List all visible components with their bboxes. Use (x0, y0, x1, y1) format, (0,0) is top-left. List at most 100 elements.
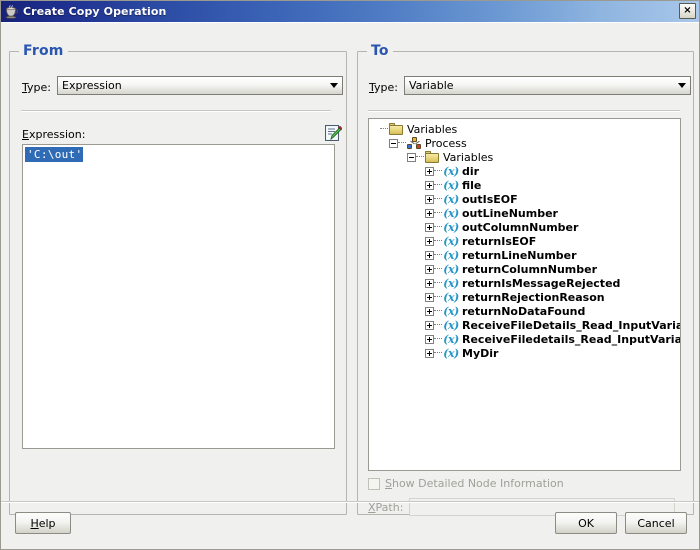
variable-icon: (x) (443, 206, 459, 220)
tree-node-label: returnRejectionReason (462, 290, 605, 304)
expression-input[interactable]: 'C:\out' (22, 144, 335, 449)
tree-node[interactable]: (x) outColumnNumber (371, 220, 680, 234)
to-panel: To Type: Variable Variables Process Variab… (357, 43, 694, 516)
cancel-button[interactable]: Cancel (625, 512, 687, 534)
tree-collapse-icon[interactable] (389, 138, 398, 148)
ok-button[interactable]: OK (555, 512, 617, 534)
variable-icon: (x) (443, 164, 459, 178)
chevron-down-icon[interactable] (325, 77, 342, 94)
tree-expand-icon[interactable] (425, 278, 434, 288)
tree-node[interactable]: (x) returnIsMessageRejected (371, 276, 680, 290)
tree-node[interactable]: (x) MyDir (371, 346, 680, 360)
tree-node[interactable]: (x) outLineNumber (371, 206, 680, 220)
tree-node[interactable]: (x) returnNoDataFound (371, 304, 680, 318)
tree-connector (434, 254, 442, 256)
close-icon[interactable]: × (679, 3, 696, 19)
process-icon (407, 136, 422, 150)
tree-node-label: Process (425, 136, 467, 150)
tree-connector (434, 310, 442, 312)
tree-expand-icon[interactable] (425, 320, 434, 330)
tree-expand-icon[interactable] (425, 264, 434, 274)
tree-expand-icon[interactable] (425, 306, 434, 316)
tree-node-label: Variables (407, 122, 458, 136)
tree-node-label: Variables (443, 150, 494, 164)
tree-connector (434, 184, 442, 186)
tree-expand-icon[interactable] (425, 180, 434, 190)
create-copy-operation-dialog: Create Copy Operation × From Type: Expre… (0, 0, 700, 550)
tree-node-label: returnIsMessageRejected (462, 276, 621, 290)
show-detailed-node-info-label: Show Detailed Node Information (385, 477, 564, 490)
tree-node-label: outIsEOF (462, 192, 518, 206)
from-panel: From Type: Expression Expression: 'C:\ou… (9, 43, 347, 515)
tree-expand-icon[interactable] (425, 292, 434, 302)
tree-node-label: outColumnNumber (462, 220, 579, 234)
tree-node[interactable]: (x) returnIsEOF (371, 234, 680, 248)
expression-editor-icon[interactable] (324, 124, 343, 142)
chevron-down-icon[interactable] (673, 77, 690, 94)
tree-connector (434, 338, 442, 340)
tree-node[interactable]: (x) returnRejectionReason (371, 290, 680, 304)
tree-node[interactable]: (x) file (371, 178, 680, 192)
tree-connector (434, 198, 442, 200)
variables-tree[interactable]: Variables Process Variables (x) dir (x) file (x… (368, 118, 681, 471)
window-title: Create Copy Operation (23, 5, 167, 18)
tree-connector (434, 212, 442, 214)
show-detailed-node-info-checkbox[interactable]: Show Detailed Node Information (368, 477, 564, 490)
from-panel-legend: From (19, 43, 68, 59)
tree-node-label: outLineNumber (462, 206, 558, 220)
variable-icon: (x) (443, 346, 459, 360)
to-type-value: Variable (409, 79, 454, 92)
tree-node[interactable]: (x) ReceiveFiledetails_Read_InputVariable (371, 332, 680, 346)
tree-node[interactable]: (x) returnLineNumber (371, 248, 680, 262)
tree-expand-icon[interactable] (425, 348, 434, 358)
tree-connector (434, 268, 442, 270)
tree-expand-icon[interactable] (425, 334, 434, 344)
tree-node-label: returnIsEOF (462, 234, 537, 248)
tree-expand-icon[interactable] (425, 250, 434, 260)
from-type-label: Type: (22, 81, 51, 94)
help-button[interactable]: Help (15, 512, 71, 534)
tree-node-label: returnNoDataFound (462, 304, 586, 318)
tree-node[interactable]: Process (371, 136, 680, 150)
tree-connector (434, 352, 442, 354)
from-type-select[interactable]: Expression (57, 76, 343, 95)
tree-expand-icon[interactable] (425, 236, 434, 246)
tree-node[interactable]: (x) ReceiveFileDetails_Read_InputVariable (371, 318, 680, 332)
checkbox-box[interactable] (368, 477, 380, 490)
tree-connector (380, 128, 388, 130)
to-divider (368, 110, 680, 112)
to-type-select[interactable]: Variable (404, 76, 691, 95)
variable-icon: (x) (443, 318, 459, 332)
tree-connector (434, 296, 442, 298)
tree-expand-icon[interactable] (425, 166, 434, 176)
coffee-cup-icon (5, 4, 19, 19)
tree-node-label: returnLineNumber (462, 248, 577, 262)
tree-expand-icon[interactable] (425, 208, 434, 218)
tree-node[interactable]: (x) dir (371, 164, 680, 178)
folder-icon (389, 123, 404, 135)
button-bar: Help OK Cancel (1, 501, 699, 549)
tree-expand-icon[interactable] (425, 194, 434, 204)
tree-node-label: MyDir (462, 346, 499, 360)
tree-node-label: ReceiveFiledetails_Read_InputVariable (462, 332, 681, 346)
tree-connector (398, 142, 406, 144)
tree-connector (434, 226, 442, 228)
variable-icon: (x) (443, 304, 459, 318)
tree-node[interactable]: Variables (371, 150, 680, 164)
to-panel-legend: To (367, 43, 393, 59)
tree-connector (434, 170, 442, 172)
tree-connector (434, 282, 442, 284)
variable-icon: (x) (443, 234, 459, 248)
tree-collapse-icon[interactable] (407, 152, 416, 162)
tree-node-label: ReceiveFileDetails_Read_InputVariable (462, 318, 681, 332)
to-type-label: Type: (369, 81, 398, 94)
from-divider (21, 110, 331, 112)
variable-icon: (x) (443, 248, 459, 262)
expression-value: 'C:\out' (25, 147, 84, 162)
tree-node[interactable]: (x) returnColumnNumber (371, 262, 680, 276)
variable-icon: (x) (443, 178, 459, 192)
tree-connector (434, 240, 442, 242)
tree-expand-icon[interactable] (425, 222, 434, 232)
tree-node[interactable]: (x) outIsEOF (371, 192, 680, 206)
tree-node[interactable]: Variables (371, 122, 680, 136)
